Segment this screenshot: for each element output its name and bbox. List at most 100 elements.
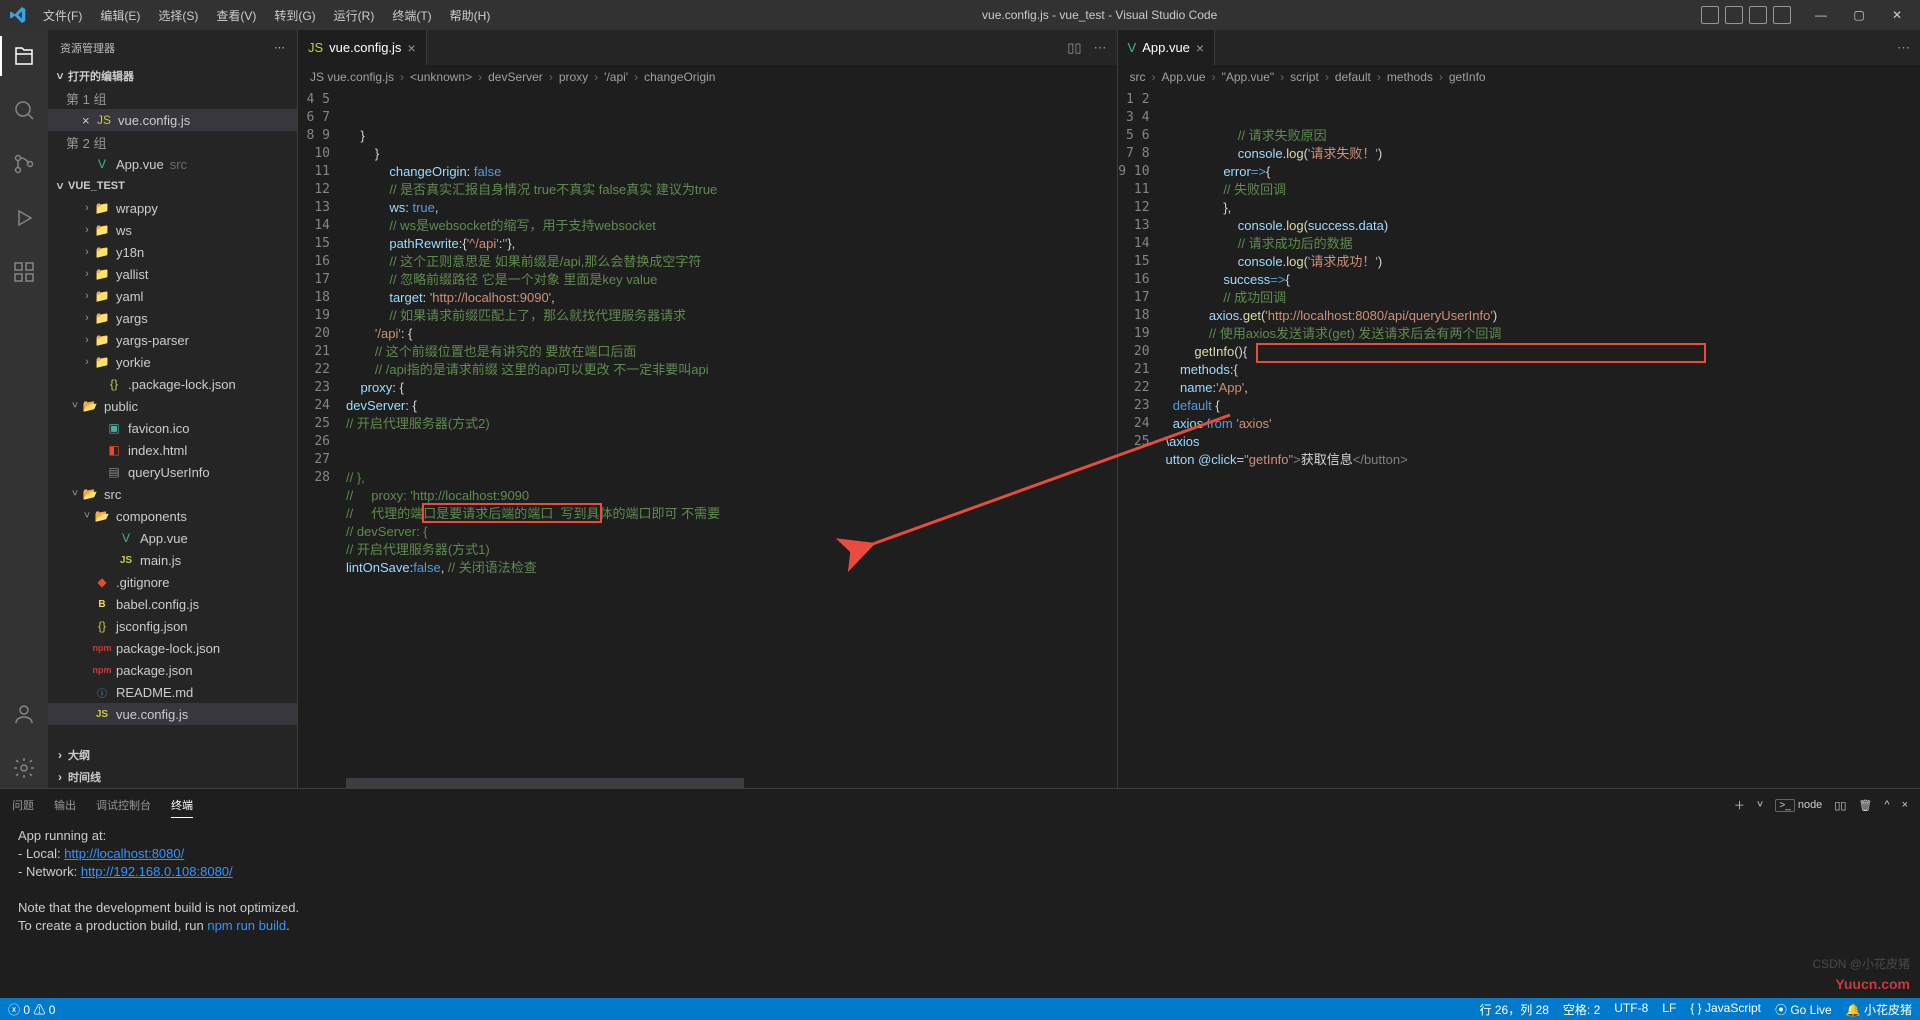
split-terminal-icon[interactable]: ▯▯	[1834, 799, 1846, 812]
close-panel-icon[interactable]: ×	[1902, 799, 1908, 811]
breadcrumb-right[interactable]: src›App.vue›"App.vue"›script›default›met…	[1118, 65, 1920, 89]
file-tree-item[interactable]: {}jsconfig.json	[48, 615, 297, 637]
explorer-icon[interactable]	[0, 36, 48, 76]
status-encoding[interactable]: UTF-8	[1614, 1001, 1648, 1018]
breadcrumb-item[interactable]: methods	[1387, 70, 1433, 84]
minimap[interactable]	[1860, 89, 1920, 788]
file-tree-item[interactable]: ◆.gitignore	[48, 571, 297, 593]
search-icon[interactable]	[0, 90, 48, 130]
close-button[interactable]: ✕	[1882, 8, 1912, 22]
terminal-shell-label[interactable]: >_ node	[1775, 799, 1822, 811]
accounts-icon[interactable]	[0, 694, 48, 734]
menu-item[interactable]: 运行(R)	[326, 3, 383, 28]
menu-item[interactable]: 转到(G)	[266, 3, 323, 28]
code-editor-left[interactable]: 4 5 6 7 8 9 10 11 12 13 14 15 16 17 18 1…	[298, 89, 1117, 788]
panel-tab[interactable]: 问题	[12, 793, 34, 817]
menu-item[interactable]: 帮助(H)	[442, 3, 499, 28]
file-tree-item[interactable]: ▤queryUserInfo	[48, 461, 297, 483]
menu-item[interactable]: 查看(V)	[208, 3, 264, 28]
panel-tab[interactable]: 输出	[54, 793, 76, 817]
source-control-icon[interactable]	[0, 144, 48, 184]
file-tree-item[interactable]: ›📁yargs-parser	[48, 329, 297, 351]
status-eol[interactable]: LF	[1662, 1001, 1676, 1018]
menu-item[interactable]: 文件(F)	[35, 3, 90, 28]
file-tree-item[interactable]: ›📁yargs	[48, 307, 297, 329]
menu-item[interactable]: 选择(S)	[150, 3, 206, 28]
file-tree-item[interactable]: ›📁wrappy	[48, 197, 297, 219]
breadcrumb-item[interactable]: App.vue	[1162, 70, 1206, 84]
breadcrumb-item[interactable]: script	[1290, 70, 1319, 84]
file-tree-item[interactable]: ›📁yaml	[48, 285, 297, 307]
breadcrumb-left[interactable]: JS vue.config.js›<unknown>›devServer›pro…	[298, 65, 1117, 89]
code-editor-right[interactable]: 1 2 3 4 5 6 7 8 9 10 11 12 13 14 15 16 1…	[1118, 89, 1920, 788]
breadcrumb-item[interactable]: <unknown>	[410, 70, 472, 84]
run-debug-icon[interactable]	[0, 198, 48, 238]
file-tree-item[interactable]: npmpackage.json	[48, 659, 297, 681]
panel-tab[interactable]: 调试控制台	[96, 793, 151, 817]
project-section[interactable]: ˅VUE_TEST	[48, 175, 297, 197]
local-url-link[interactable]: http://localhost:8080/	[64, 846, 184, 861]
tab-app-vue[interactable]: V App.vue ×	[1118, 30, 1216, 65]
breadcrumb-item[interactable]: devServer	[488, 70, 543, 84]
split-editor-icon[interactable]: ▯▯	[1067, 40, 1081, 56]
settings-gear-icon[interactable]	[0, 748, 48, 788]
open-editor-item[interactable]: ×JSvue.config.js	[48, 109, 297, 131]
close-icon[interactable]: ×	[1196, 40, 1204, 56]
status-lang[interactable]: { } JavaScript	[1690, 1001, 1761, 1018]
breadcrumb-item[interactable]: src	[1130, 70, 1146, 84]
minimize-button[interactable]: ―	[1806, 8, 1836, 22]
breadcrumb-item[interactable]: changeOrigin	[644, 70, 715, 84]
close-icon[interactable]: ×	[407, 40, 415, 56]
minimap[interactable]	[1057, 89, 1117, 788]
more-icon[interactable]: ⋯	[1094, 40, 1107, 56]
status-golive[interactable]: ⦿ Go Live	[1775, 1001, 1832, 1018]
breadcrumb-item[interactable]: default	[1335, 70, 1371, 84]
outline-section[interactable]: ›大纲	[48, 744, 297, 766]
breadcrumb-item[interactable]: '/api'	[604, 70, 628, 84]
extensions-icon[interactable]	[0, 252, 48, 292]
status-errors[interactable]: ⓧ 0 ⚠ 0	[8, 1001, 55, 1018]
timeline-section[interactable]: ›时间线	[48, 766, 297, 788]
menu-item[interactable]: 终端(T)	[384, 3, 439, 28]
terminal-dropdown-icon[interactable]: ˅	[1757, 799, 1763, 811]
network-url-link[interactable]: http://192.168.0.108:8080/	[81, 864, 233, 879]
explorer-title: 资源管理器	[60, 40, 115, 56]
file-tree-item[interactable]: ⓘREADME.md	[48, 681, 297, 703]
file-tree-item[interactable]: ˅📂public	[48, 395, 297, 417]
terminal-output[interactable]: App running at: - Local: http://localhos…	[0, 821, 1920, 998]
file-tree-item[interactable]: ˅📂components	[48, 505, 297, 527]
file-tree-item[interactable]: JSvue.config.js	[48, 703, 297, 725]
file-tree-item[interactable]: ◧index.html	[48, 439, 297, 461]
file-tree-item[interactable]: ›📁y18n	[48, 241, 297, 263]
breadcrumb-item[interactable]: proxy	[559, 70, 588, 84]
maximize-panel-icon[interactable]: ^	[1884, 799, 1889, 811]
file-tree-item[interactable]: npmpackage-lock.json	[48, 637, 297, 659]
file-tree-item[interactable]: Bbabel.config.js	[48, 593, 297, 615]
file-tree-item[interactable]: ›📁yorkie	[48, 351, 297, 373]
tab-vue-config[interactable]: JS vue.config.js ×	[298, 30, 427, 65]
breadcrumb-item[interactable]: "App.vue"	[1222, 70, 1275, 84]
status-lncol[interactable]: 行 26，列 28	[1480, 1001, 1549, 1018]
editor-group-label: 第 2 组	[48, 131, 297, 153]
file-tree-item[interactable]: ›📁yallist	[48, 263, 297, 285]
layout-controls[interactable]	[1701, 6, 1791, 24]
breadcrumb-item[interactable]: getInfo	[1449, 70, 1486, 84]
file-tree-item[interactable]: VApp.vue	[48, 527, 297, 549]
file-tree-item[interactable]: JSmain.js	[48, 549, 297, 571]
explorer-actions[interactable]: ⋯	[274, 41, 285, 54]
open-editors-section[interactable]: ˅打开的编辑器	[48, 65, 297, 87]
maximize-button[interactable]: ▢	[1844, 8, 1874, 22]
status-spaces[interactable]: 空格: 2	[1563, 1001, 1600, 1018]
open-editor-item[interactable]: VApp.vuesrc	[48, 153, 297, 175]
file-tree-item[interactable]: {}.package-lock.json	[48, 373, 297, 395]
file-tree-item[interactable]: ›📁ws	[48, 219, 297, 241]
breadcrumb-item[interactable]: JS vue.config.js	[310, 70, 394, 84]
panel-tab[interactable]: 终端	[171, 793, 193, 818]
kill-terminal-icon[interactable]: 🗑	[1858, 799, 1872, 812]
more-icon[interactable]: ⋯	[1897, 40, 1910, 56]
new-terminal-icon[interactable]: ＋	[1734, 797, 1745, 813]
file-tree-item[interactable]: ˅📂src	[48, 483, 297, 505]
status-notification-icon[interactable]: 🔔 小花皮猪	[1846, 1001, 1912, 1018]
menu-item[interactable]: 编辑(E)	[92, 3, 148, 28]
file-tree-item[interactable]: ▣favicon.ico	[48, 417, 297, 439]
